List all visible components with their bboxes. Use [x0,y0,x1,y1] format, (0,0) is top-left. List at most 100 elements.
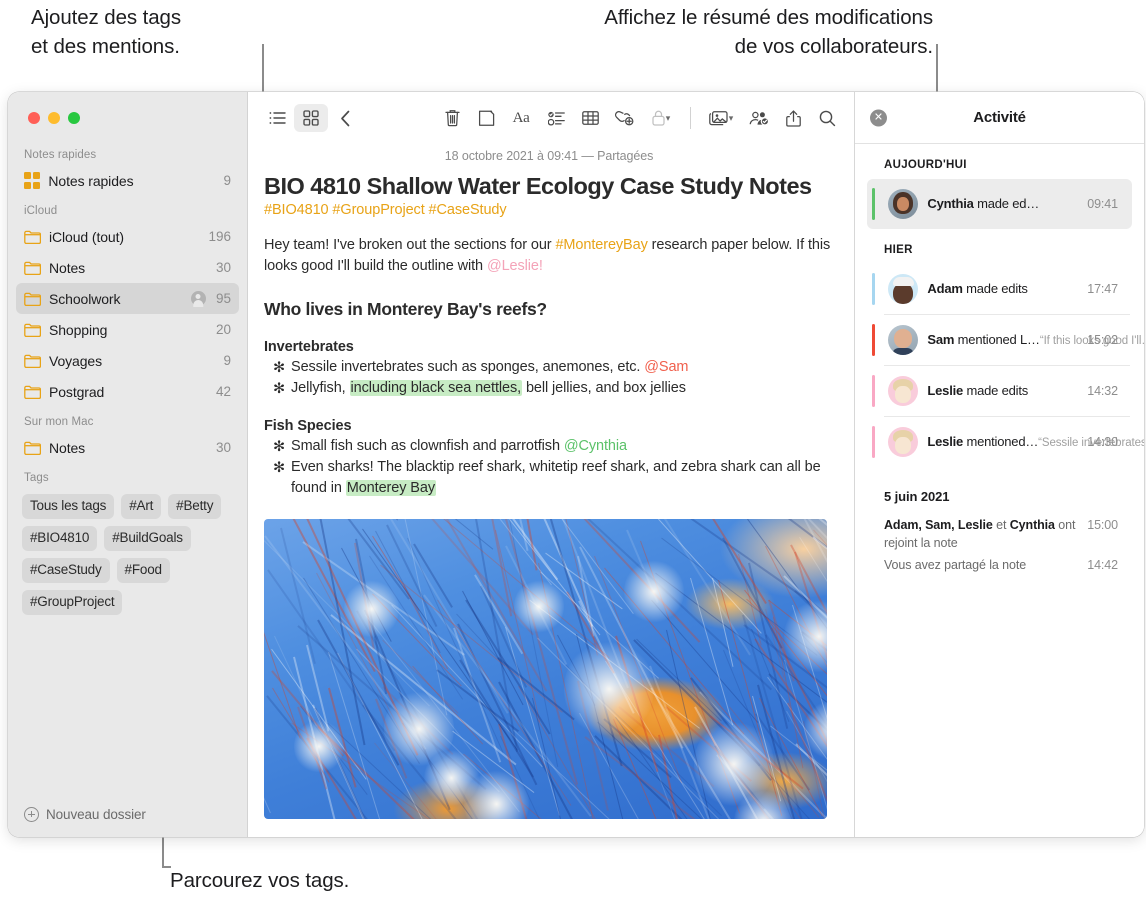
activity-panel: ✕ Activité AUJOURD'HUI Cynthia made ed… 09… [854,92,1144,837]
shared-person-icon [191,291,206,306]
tag-chip[interactable]: #BuildGoals [104,526,191,551]
note-bullet-item[interactable]: ✻ Small fish such as clownfish and parrot… [264,436,834,457]
window-controls[interactable] [28,112,80,124]
folder-icon [24,291,41,307]
sidebar-section-title: Sur mon Mac [8,407,247,432]
activity-time: 14:30 [1087,435,1118,449]
close-window-button[interactable] [28,112,40,124]
tag-chip[interactable]: #Art [121,494,161,519]
note-content[interactable]: 18 octobre 2021 à 09:41 — Partagées BIO … [264,144,834,819]
back-button[interactable] [328,104,362,132]
search-button[interactable] [810,104,844,132]
sidebar-item-notes[interactable]: Notes 30 [16,432,239,463]
compose-note-button[interactable] [469,104,503,132]
activity-entry-cynthia[interactable]: Cynthia made ed… 09:41 [867,179,1132,229]
lock-note-button[interactable]: ▾ [641,104,681,132]
sidebar-section-title: iCloud [8,196,247,221]
note-pane: Aa ▾ ▾ 18 octobre 2021 à 09:41 — Partagé… [248,92,854,837]
callout-activity: Affichez le résumé des modifications de … [437,3,933,61]
sidebar-item-count: 20 [216,322,231,337]
chevron-down-icon: ▾ [729,113,734,124]
table-button[interactable] [573,104,607,132]
note-bullet-list[interactable]: ✻ Small fish such as clownfish and parrot… [264,436,834,499]
activity-color-bar [872,188,875,220]
sidebar-item-count: 30 [216,260,231,275]
tag-chip[interactable]: #GroupProject [22,590,122,615]
gallery-view-button[interactable] [294,104,328,132]
activity-time: 14:32 [1087,384,1118,398]
add-link-button[interactable] [607,104,641,132]
activity-entry-title: Cynthia made ed… [927,196,1039,211]
note-heading: Who lives in Monterey Bay's reefs? [264,299,834,320]
note-subheading: Fish Species [264,418,834,434]
jellyfish-photo[interactable] [264,519,827,819]
activity-list[interactable]: AUJOURD'HUI Cynthia made ed… 09:41 HIER Adam… [855,144,1144,837]
activity-entry-leslie[interactable]: Leslie made edits 14:32 [867,366,1132,416]
sidebar-item-postgrad[interactable]: Postgrad 42 [16,376,239,407]
chevron-down-icon: ▾ [666,113,671,124]
sidebar-scroll[interactable]: Notes rapides Notes rapides 9 iCloud iCloud … [8,140,247,791]
maximize-window-button[interactable] [68,112,80,124]
sidebar-item-icloud-tout[interactable]: iCloud (tout) 196 [16,221,239,252]
toolbar-divider [690,107,691,129]
bullet-asterisk-icon: ✻ [273,458,285,479]
activity-color-bar [872,375,875,407]
format-button[interactable]: Aa [503,104,539,132]
media-button[interactable]: ▾ [700,104,742,132]
format-Aa-icon: Aa [513,110,530,127]
folder-icon [24,322,41,338]
activity-color-bar [872,273,875,305]
avatar [888,376,918,406]
mention-leslie[interactable]: @Leslie! [487,258,543,274]
callout-activity-line1: Affichez le résumé des modifications [437,3,933,32]
sidebar-item-notes[interactable]: Notes 30 [16,252,239,283]
sidebar-item-voyages[interactable]: Voyages 9 [16,345,239,376]
sidebar-item-label: Voyages [49,353,215,369]
activity-time: 15:00 [1087,516,1118,534]
toolbar: Aa ▾ ▾ [248,92,854,144]
tag-chip[interactable]: #BIO4810 [22,526,97,551]
sidebar-item-count: 9 [223,353,231,368]
activity-entry-sam[interactable]: Sam mentioned L…“If this looks good I'll… [867,315,1132,365]
note-scroll-area[interactable]: 18 octobre 2021 à 09:41 — Partagées BIO … [248,144,854,837]
activity-entry-title: Adam made edits [927,281,1027,296]
folder-icon [24,260,41,276]
activity-entry-body: Sam mentioned L…“If this looks good I'll… [927,331,1078,349]
sidebar-item-notes-rapides[interactable]: Notes rapides 9 [16,165,239,196]
activity-entry-adam[interactable]: Adam made edits 17:47 [867,264,1132,314]
mention-sam[interactable]: @Sam [644,359,688,375]
bullet-text: Jellyfish, including black sea nettles, … [291,380,686,396]
sidebar-item-label: Shopping [49,322,208,338]
sidebar-item-shopping[interactable]: Shopping 20 [16,314,239,345]
callout-tags-line2: et des mentions. [31,32,181,61]
new-folder-button[interactable]: Nouveau dossier [8,791,247,837]
note-title[interactable]: BIO 4810 Shallow Water Ecology Case Stud… [264,172,834,201]
tag-chip[interactable]: #Betty [168,494,221,519]
tag-chip[interactable]: #Food [117,558,170,583]
sidebar-item-label: iCloud (tout) [49,229,200,245]
note-intro-paragraph[interactable]: Hey team! I've broken out the sections f… [264,235,834,277]
share-button[interactable] [776,104,810,132]
note-bullet-list[interactable]: ✻ Sessile invertebrates such as sponges, … [264,357,834,399]
avatar [888,427,918,457]
checklist-button[interactable] [539,104,573,132]
tag-chip[interactable]: #CaseStudy [22,558,110,583]
sidebar-item-schoolwork[interactable]: Schoolwork 95 [16,283,239,314]
delete-note-button[interactable] [435,104,469,132]
activity-time: 17:47 [1087,282,1118,296]
mention-cynthia[interactable]: @Cynthia [564,438,627,454]
note-bullet-item[interactable]: ✻ Sessile invertebrates such as sponges, … [264,357,834,378]
close-icon[interactable]: ✕ [870,109,887,126]
quick-notes-icon [24,172,40,188]
activity-entry-leslie[interactable]: Leslie mentioned…“Sessile invertebrates…… [867,417,1132,467]
inline-tag-montereybay[interactable]: #MontereyBay [555,237,647,253]
sidebar-item-count: 42 [216,384,231,399]
activity-plain-text: Vous avez partagé la note [884,556,1079,574]
tag-chip[interactable]: Tous les tags [22,494,114,519]
note-bullet-item[interactable]: ✻ Even sharks! The blacktip reef shark, w… [264,457,834,499]
note-tags-line[interactable]: #BIO4810 #GroupProject #CaseStudy [264,202,834,218]
list-view-button[interactable] [260,104,294,132]
collaborate-button[interactable] [742,104,776,132]
note-bullet-item[interactable]: ✻ Jellyfish, including black sea nettles,… [264,378,834,399]
minimize-window-button[interactable] [48,112,60,124]
